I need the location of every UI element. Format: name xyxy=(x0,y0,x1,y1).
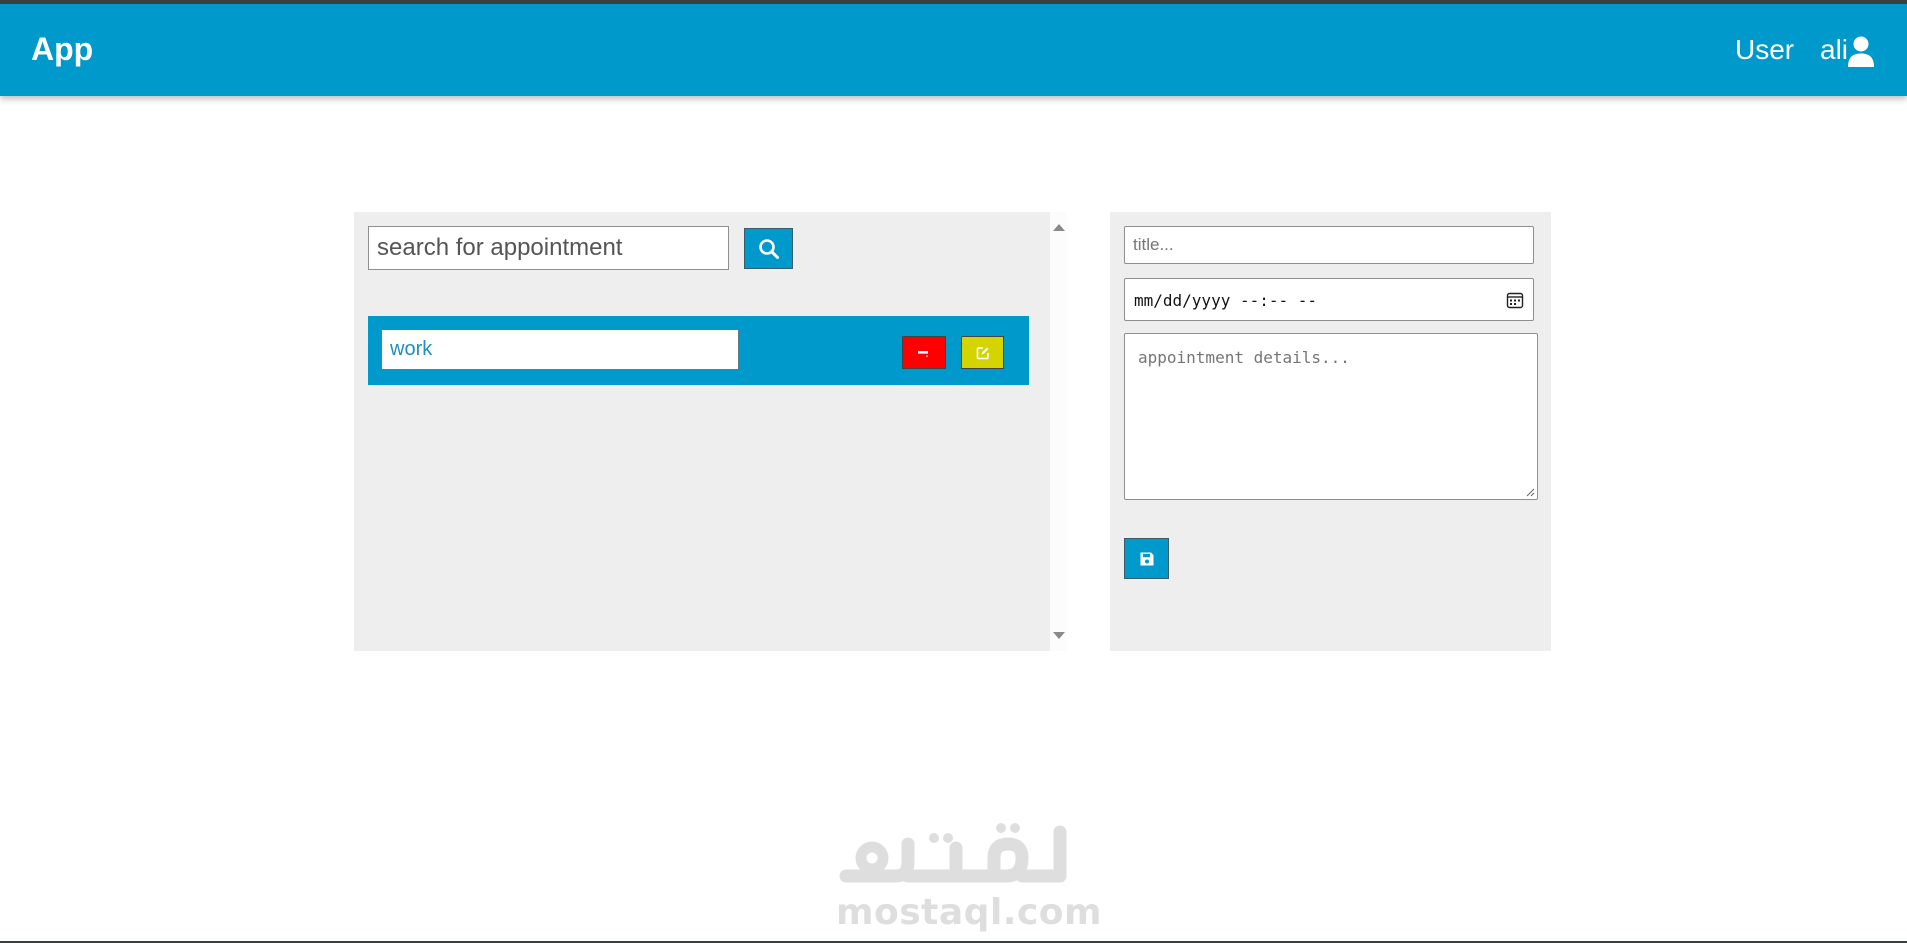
scroll-down-arrow-icon[interactable] xyxy=(1053,632,1065,639)
calendar-icon[interactable] xyxy=(1506,291,1524,309)
list-scrollbar[interactable] xyxy=(1050,212,1066,651)
appointment-form-panel: mm/dd/yyyy --:-- -- xyxy=(1110,212,1551,651)
edit-icon xyxy=(976,346,989,359)
title-input[interactable] xyxy=(1124,226,1534,264)
page: App User ali search for appointment work… xyxy=(0,4,1907,941)
appointment-list-panel xyxy=(354,212,1050,651)
edit-appointment-button[interactable] xyxy=(961,336,1004,369)
datetime-input[interactable]: mm/dd/yyyy --:-- -- xyxy=(1124,278,1534,321)
datetime-placeholder: mm/dd/yyyy --:-- -- xyxy=(1134,291,1318,310)
search-icon xyxy=(758,238,779,259)
appointment-item[interactable] xyxy=(368,316,1029,385)
mostaql-logo-icon xyxy=(839,823,1067,883)
details-textarea[interactable] xyxy=(1124,333,1538,500)
minus-icon xyxy=(918,350,928,357)
browser-frame: App User ali search for appointment work… xyxy=(0,0,1907,943)
delete-appointment-button[interactable] xyxy=(902,336,946,369)
mostaql-watermark: mostaql.com xyxy=(836,814,1103,934)
navbar: App User ali xyxy=(0,4,1907,96)
user-icon[interactable] xyxy=(1847,36,1875,68)
mostaql-watermark-text: mostaql.com xyxy=(836,892,1103,933)
save-button[interactable] xyxy=(1124,538,1169,579)
resize-grip-icon[interactable] xyxy=(1525,487,1535,497)
save-icon xyxy=(1140,552,1153,565)
brand-logo[interactable]: App xyxy=(31,31,93,68)
nav-user-link[interactable]: User xyxy=(1735,34,1794,66)
scroll-up-arrow-icon[interactable] xyxy=(1053,224,1065,231)
search-input[interactable] xyxy=(368,226,729,270)
search-button[interactable] xyxy=(744,228,793,269)
appointment-title-field[interactable] xyxy=(381,329,739,370)
nav-user-name[interactable]: ali xyxy=(1820,34,1848,66)
